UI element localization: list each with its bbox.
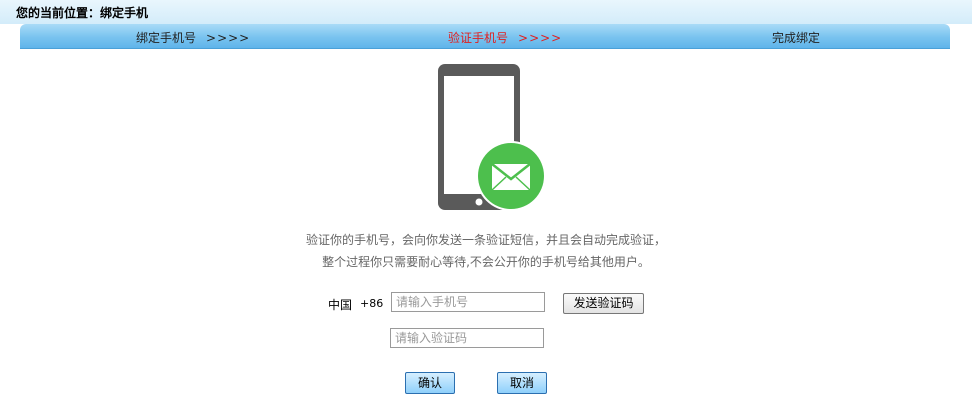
step-arrows: >>>> (518, 31, 563, 45)
step-bind-phone: 绑定手机号 >>>> (136, 29, 250, 46)
confirm-button[interactable]: 确认 (405, 372, 455, 394)
phone-home-button (475, 198, 483, 206)
description-line-1: 验证你的手机号，会向你发送一条验证短信，并且会自动完成验证， (305, 233, 666, 247)
country-label: 中国 (328, 298, 353, 312)
description-line-2: 整个过程你只需要耐心等待,不会公开你的手机号给其他用户。 (322, 255, 650, 269)
phone-input[interactable] (391, 292, 545, 312)
step-arrows: >>>> (206, 31, 251, 45)
step-progress-bar: 绑定手机号 >>>> 验证手机号 >>>> 完成绑定 (20, 24, 950, 49)
phone-mail-icon (438, 64, 546, 211)
current-location: 您的当前位置：绑定手机 (16, 6, 149, 20)
cancel-button[interactable]: 取消 (497, 372, 547, 394)
send-code-button[interactable]: 发送验证码 (563, 293, 644, 314)
step-verify-phone: 验证手机号 >>>> (448, 29, 562, 46)
country-code: +86 (360, 297, 384, 310)
step-label: 验证手机号 (448, 31, 509, 45)
phone-mail-illustration (436, 64, 548, 212)
step-label: 完成绑定 (772, 31, 821, 45)
step-label: 绑定手机号 (136, 31, 197, 45)
verification-code-input[interactable] (390, 328, 544, 348)
step-complete-binding: 完成绑定 (772, 29, 820, 46)
top-location-bar: 您的当前位置：绑定手机 (0, 0, 972, 24)
